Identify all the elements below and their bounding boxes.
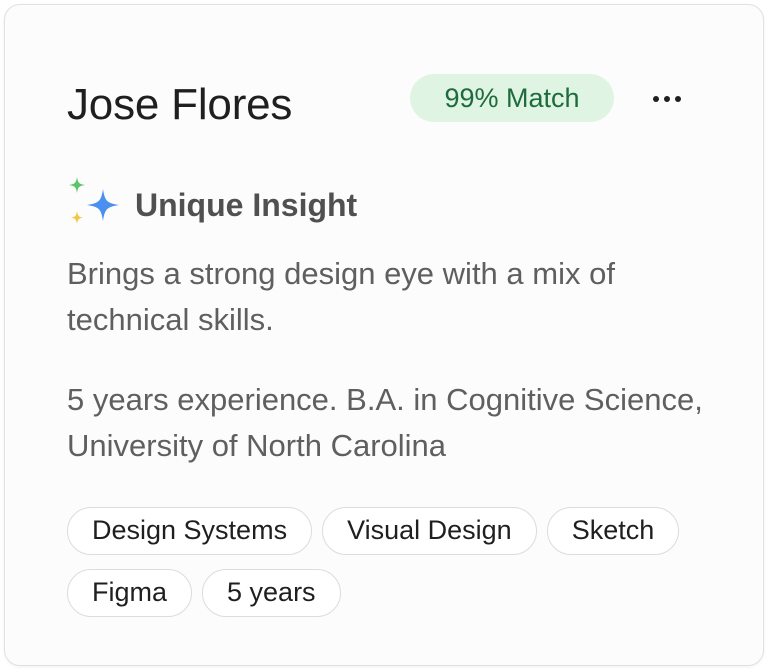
- sparkle-icon: [69, 177, 119, 224]
- candidate-card: Jose Flores 99% Match Unique Insight Bri…: [4, 4, 764, 666]
- insight-text: Brings a strong design eye with a mix of…: [67, 256, 615, 337]
- tag-chip-visual-design[interactable]: Visual Design: [322, 507, 537, 555]
- tag-chip-sketch[interactable]: Sketch: [546, 507, 680, 555]
- skill-tags: Design Systems Visual Design Sketch Figm…: [67, 507, 687, 617]
- insight-title: Unique Insight: [135, 187, 358, 223]
- tag-chip-figma[interactable]: Figma: [67, 569, 193, 617]
- experience-text: 5 years experience. B.A. in Cognitive Sc…: [67, 382, 703, 463]
- more-options-button[interactable]: [637, 77, 697, 121]
- more-horizontal-icon: [653, 96, 681, 102]
- candidate-name: Jose Flores: [67, 80, 293, 129]
- tag-chip-years[interactable]: 5 years: [202, 569, 341, 617]
- match-badge: 99% Match: [410, 74, 614, 122]
- tag-chip-design-systems[interactable]: Design Systems: [67, 507, 313, 555]
